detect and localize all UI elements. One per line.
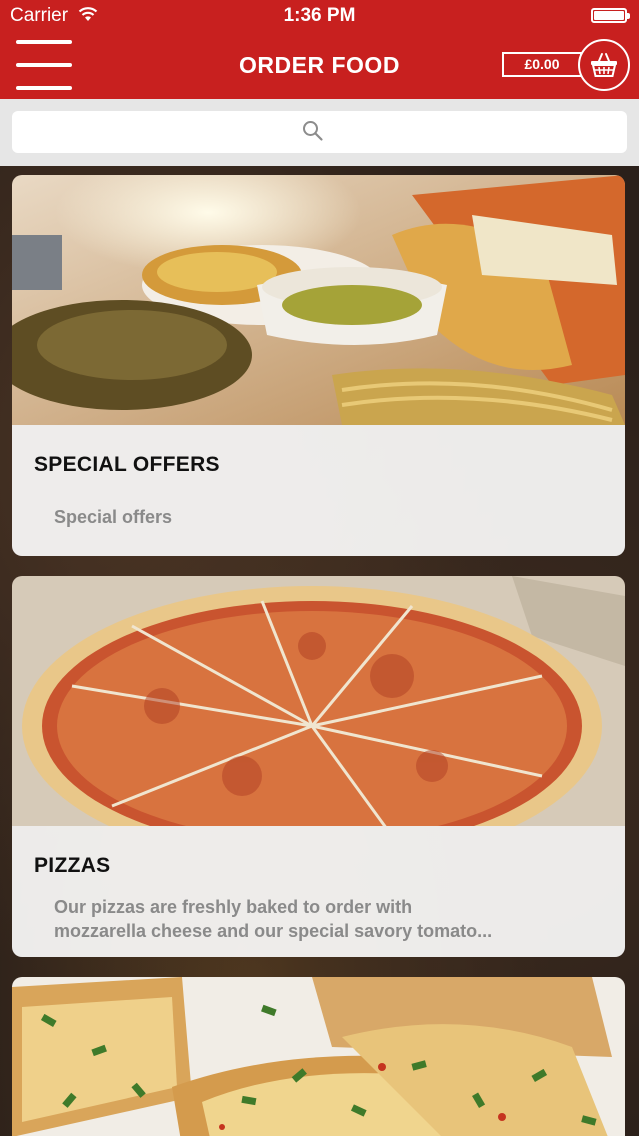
basket-icon[interactable] [578,39,630,91]
pizzas-image [12,576,625,826]
category-description: Special offers [54,507,173,527]
status-time: 1:36 PM [283,5,356,26]
category-card-pizzas[interactable]: PIZZAS Our pizzas are freshly baked to o… [12,576,625,957]
status-bar: Carrier 1:36 PM [0,0,639,32]
category-title: SPECIAL OFFERS [34,453,220,476]
category-card-special-offers[interactable]: SPECIAL OFFERS Special offers [12,175,625,556]
category-title: PIZZAS [34,854,111,877]
category-description: Our pizzas are freshly baked to order wi… [54,897,493,941]
card-info: PIZZAS Our pizzas are freshly baked to o… [12,826,625,957]
card-info: SPECIAL OFFERS Special offers [12,425,625,556]
garlic-bread-image [12,977,625,1136]
search-bar [0,99,639,166]
special-offers-image [12,175,625,425]
search-icon [303,121,323,141]
app-header: Carrier 1:36 PM ORDER FOOD £0.00 [0,0,639,99]
category-card-garlic-bread[interactable] [12,977,625,1136]
cart-total-button[interactable]: £0.00 [502,52,582,77]
battery-icon [591,8,630,23]
